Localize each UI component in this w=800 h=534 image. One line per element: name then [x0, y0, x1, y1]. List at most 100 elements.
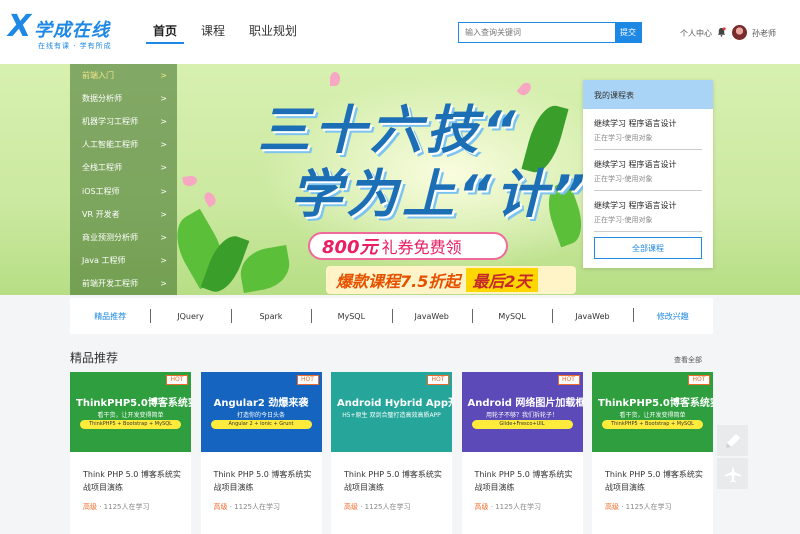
course-title[interactable]: Think PHP 5.0 博客系统实战项目演练	[214, 468, 314, 494]
logo[interactable]: X 学成在线 在线有课 · 学有所成	[8, 10, 138, 54]
thumbnail-tech-stack: ThinkPHP5 + Bootstrap + MySQL	[80, 420, 181, 429]
tag-item[interactable]: MySQL	[471, 308, 552, 323]
thumbnail-tech-stack: Glide+Fresco+UIL	[471, 420, 573, 429]
thumbnail-subtitle: 看干货，让开发变得简单	[97, 412, 164, 419]
hot-badge: HOT	[296, 375, 319, 385]
course-list-item[interactable]: 继续学习 程序语言设计 正在学习-使用对象	[594, 150, 702, 191]
thumbnail-tech-stack: Angular 2 + Ionic + Grunt	[210, 420, 312, 429]
tag-item[interactable]: Spark	[230, 308, 311, 323]
tag-featured[interactable]: 精品推荐	[70, 311, 150, 322]
main-nav: 首页 课程 职业规划	[146, 0, 314, 64]
logo-title: 学成在线	[34, 20, 110, 41]
category-label: 人工智能工程师	[82, 140, 138, 150]
thumbnail-subtitle: H5+原生 双剑合璧打造高效高质APP	[342, 412, 441, 419]
tag-item[interactable]: JavaWeb	[552, 308, 632, 323]
course-thumbnail[interactable]: ThinkPHP5.0博客系统实战看干货，让开发变得简单ThinkPHP5 + …	[70, 372, 191, 452]
edit-interests-link[interactable]: 修改兴趣	[632, 307, 713, 322]
course-item-title: 继续学习 程序语言设计	[594, 160, 677, 169]
all-courses-button[interactable]: 全部课程	[594, 237, 702, 259]
category-item[interactable]: 机器学习工程师 >	[70, 110, 177, 133]
username[interactable]: 孙老师	[752, 28, 776, 39]
course-item-title: 继续学习 程序语言设计	[594, 201, 677, 210]
thumbnail-title: ThinkPHP5.0博客系统实战	[76, 398, 191, 409]
site-header: X 学成在线 在线有课 · 学有所成 首页 课程 职业规划 提交 个人中心 孙老…	[0, 0, 800, 64]
course-item-progress: 正在学习-使用对象	[594, 216, 653, 224]
course-level: 高级	[605, 503, 619, 511]
nav-career[interactable]: 职业规划	[242, 0, 304, 44]
nav-courses[interactable]: 课程	[194, 0, 232, 44]
pencil-icon	[725, 433, 740, 448]
bell-icon[interactable]	[717, 27, 726, 37]
discount-text: 爆款课程7.5折起	[336, 272, 461, 291]
coupon-promo[interactable]: 800元 礼券免费领	[308, 232, 508, 260]
discount-promo[interactable]: 爆款课程7.5折起 最后2天	[326, 266, 576, 294]
tag-item[interactable]: MySQL	[311, 308, 391, 323]
course-card[interactable]: Android Hybrid App开发实战 H5+原生 双剑合璧打造高效高质AP…	[331, 372, 452, 534]
category-menu: 前端入门 > 数据分析师 > 机器学习工程师 > 人工智能工程师 > 全栈工程师 > iOS工程师 >…	[70, 64, 177, 295]
logo-subtitle: 在线有课 · 学有所成	[38, 42, 112, 50]
chevron-right-icon: >	[160, 140, 167, 150]
category-label: 前端入门	[82, 71, 114, 81]
course-title[interactable]: Think PHP 5.0 博客系统实战项目演练	[344, 468, 444, 494]
thumbnail-subtitle: 打造你的今日头条	[236, 412, 285, 419]
avatar[interactable]	[732, 25, 747, 40]
course-thumbnail[interactable]: ThinkPHP5.0博客系统实战看干货，让开发变得简单ThinkPHP5 + …	[592, 372, 713, 452]
course-card[interactable]: ThinkPHP5.0博客系统实战看干货，让开发变得简单ThinkPHP5 + …	[70, 372, 191, 534]
course-card[interactable]: Angular2 劲爆来袭打造你的今日头条 Angular 2 + Ionic +…	[200, 372, 322, 534]
hot-badge: HOT	[427, 375, 449, 385]
view-all-link[interactable]: 查看全部	[674, 355, 702, 365]
tag-item[interactable]: JQuery	[150, 308, 230, 323]
course-title[interactable]: Think PHP 5.0 博客系统实战项目演练	[475, 468, 575, 494]
hot-badge: HOT	[557, 375, 580, 385]
nav-home[interactable]: 首页	[146, 0, 185, 44]
course-thumbnail[interactable]: Angular2 劲爆来袭打造你的今日头条 Angular 2 + Ionic +…	[200, 372, 322, 452]
category-item[interactable]: 数据分析师 >	[70, 87, 177, 110]
category-item[interactable]: Java 工程师 >	[70, 249, 177, 272]
course-title[interactable]: Think PHP 5.0 博客系统实战项目演练	[605, 468, 705, 494]
search-submit-button[interactable]: 提交	[615, 23, 641, 42]
user-center-link[interactable]: 个人中心	[680, 28, 712, 39]
petal-decoration	[182, 174, 198, 188]
category-item[interactable]: 前端入门 >	[70, 64, 177, 87]
course-meta: 高级 · 1125人在学习	[214, 502, 281, 512]
course-thumbnail[interactable]: Android Hybrid App开发实战 H5+原生 双剑合璧打造高效高质AP…	[331, 372, 452, 452]
chevron-right-icon: >	[160, 94, 167, 104]
side-edit-button[interactable]	[717, 425, 748, 456]
coupon-amount: 800元	[322, 237, 378, 258]
course-list-item[interactable]: 继续学习 程序语言设计 正在学习-使用对象	[594, 109, 702, 150]
chevron-right-icon: >	[160, 232, 167, 242]
thumbnail-title: Android 网络图片加载框架详解	[467, 398, 583, 409]
category-item[interactable]: 人工智能工程师 >	[70, 133, 177, 156]
section-title: 精品推荐	[70, 351, 119, 365]
logo-mark: X	[8, 9, 32, 44]
course-card[interactable]: ThinkPHP5.0博客系统实战看干货，让开发变得简单ThinkPHP5 + …	[592, 372, 713, 534]
category-item[interactable]: 前端开发工程师 >	[70, 272, 177, 295]
banner-slogan-line2: 学为上“计”	[290, 165, 589, 225]
tag-item[interactable]: JavaWeb	[391, 308, 472, 323]
category-item[interactable]: 商业预测分析师 >	[70, 226, 177, 249]
course-thumbnail[interactable]: Android 网络图片加载框架详解用轮子不够？我们拆轮子！Glide+Fres…	[461, 372, 583, 452]
side-plane-button[interactable]	[717, 458, 748, 489]
course-card[interactable]: Android 网络图片加载框架详解用轮子不够？我们拆轮子！Glide+Fres…	[461, 372, 583, 534]
category-label: 商业预测分析师	[82, 232, 138, 242]
thumbnail-title: Android Hybrid App开发实战	[337, 398, 452, 409]
course-list-item[interactable]: 继续学习 程序语言设计 正在学习-使用对象	[594, 191, 702, 232]
category-label: 全栈工程师	[82, 163, 122, 173]
category-item[interactable]: 全栈工程师 >	[70, 156, 177, 179]
search-input[interactable]	[459, 23, 615, 42]
learner-count: · 1125人在学习	[488, 503, 541, 511]
category-label: 前端开发工程师	[82, 278, 138, 288]
category-item[interactable]: VR 开发者 >	[70, 203, 177, 226]
category-item[interactable]: iOS工程师 >	[70, 179, 177, 202]
course-title[interactable]: Think PHP 5.0 博客系统实战项目演练	[83, 468, 183, 494]
course-meta: 高级 · 1125人在学习	[83, 502, 150, 512]
course-item-progress: 正在学习-使用对象	[594, 175, 653, 183]
course-item-title: 继续学习 程序语言设计	[594, 119, 677, 128]
thumbnail-title: Angular2 劲爆来袭	[213, 398, 309, 409]
category-label: VR 开发者	[82, 209, 120, 219]
chevron-right-icon: >	[160, 163, 167, 173]
learner-count: · 1125人在学习	[227, 503, 280, 511]
category-label: iOS工程师	[82, 186, 120, 196]
learner-count: · 1125人在学习	[619, 503, 672, 511]
thumbnail-title: ThinkPHP5.0博客系统实战	[598, 398, 713, 409]
